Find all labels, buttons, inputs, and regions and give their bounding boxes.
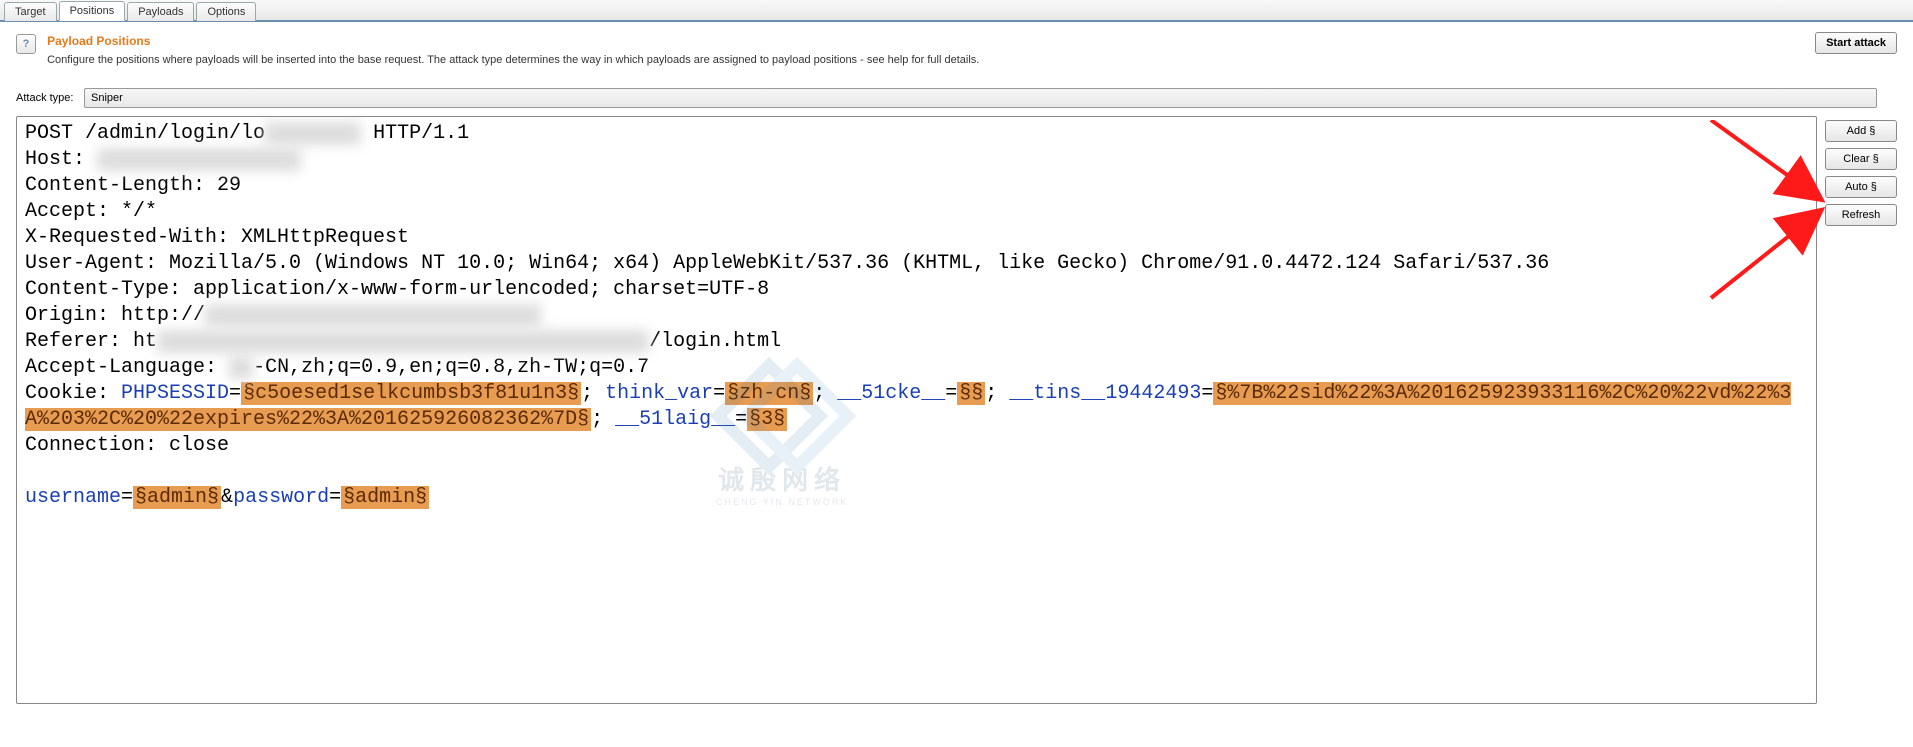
tab-options[interactable]: Options xyxy=(196,2,256,21)
refresh-button[interactable]: Refresh xyxy=(1825,204,1897,226)
redacted-text: tp://xxxxxxxxxxxxxxxxxxxxxxxxxxxxxxxxxxx… xyxy=(157,330,649,353)
tab-payloads[interactable]: Payloads xyxy=(127,2,194,21)
payload-marker[interactable]: §§ xyxy=(957,382,985,405)
payload-marker[interactable]: §3§ xyxy=(747,408,787,431)
payload-marker[interactable]: §zh-cn§ xyxy=(725,382,813,405)
payload-marker[interactable]: §admin§ xyxy=(133,486,221,509)
side-buttons: Add § Clear § Auto § Refresh xyxy=(1825,116,1897,704)
auto-markers-button[interactable]: Auto § xyxy=(1825,176,1897,198)
request-editor[interactable]: POST /admin/login/login.html HTTP/1.1 Ho… xyxy=(16,116,1817,704)
tab-target[interactable]: Target xyxy=(4,2,57,21)
section-title: Payload Positions xyxy=(47,34,979,48)
payload-marker[interactable]: §c5oesed1selkcumbsb3f81u1n3§ xyxy=(241,382,581,405)
redacted-text: zh xyxy=(229,356,253,379)
tab-positions[interactable]: Positions xyxy=(59,1,126,21)
attack-type-select[interactable]: Sniper xyxy=(84,88,1877,108)
add-marker-button[interactable]: Add § xyxy=(1825,120,1897,142)
clear-markers-button[interactable]: Clear § xyxy=(1825,148,1897,170)
redacted-text: xxxxxxxxxxxxxxxxx xyxy=(97,148,301,171)
section-description: Configure the positions where payloads w… xyxy=(47,54,979,66)
start-attack-button[interactable]: Start attack xyxy=(1815,32,1897,54)
attack-type-row: Attack type: Sniper xyxy=(16,88,1897,108)
redacted-text: gin.html xyxy=(265,122,361,145)
redacted-text: xxxxxxxxxxxxxxxxxxxxxxxxxxxx xyxy=(205,304,541,327)
attack-type-label: Attack type: xyxy=(16,92,84,104)
payload-marker[interactable]: §admin§ xyxy=(341,486,429,509)
help-icon[interactable]: ? xyxy=(16,34,36,54)
top-tabbar: Target Positions Payloads Options xyxy=(0,0,1913,22)
positions-panel: ? Payload Positions Configure the positi… xyxy=(0,22,1913,716)
